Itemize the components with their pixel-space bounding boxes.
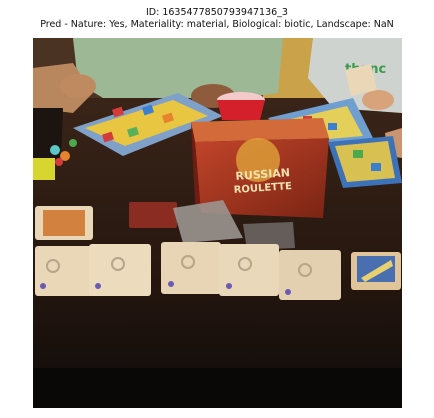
card-dark-red bbox=[129, 202, 177, 228]
prediction-caption: Pred - Nature: Yes, Materiality: materia… bbox=[40, 19, 394, 30]
card-deck bbox=[351, 252, 401, 290]
image-id-caption: ID: 1635477850793947136_3 bbox=[146, 7, 288, 18]
card-row bbox=[35, 242, 341, 300]
board-game-photo: thanc bbox=[33, 38, 402, 408]
card-top-left bbox=[35, 206, 93, 240]
red-cup bbox=[217, 92, 265, 120]
